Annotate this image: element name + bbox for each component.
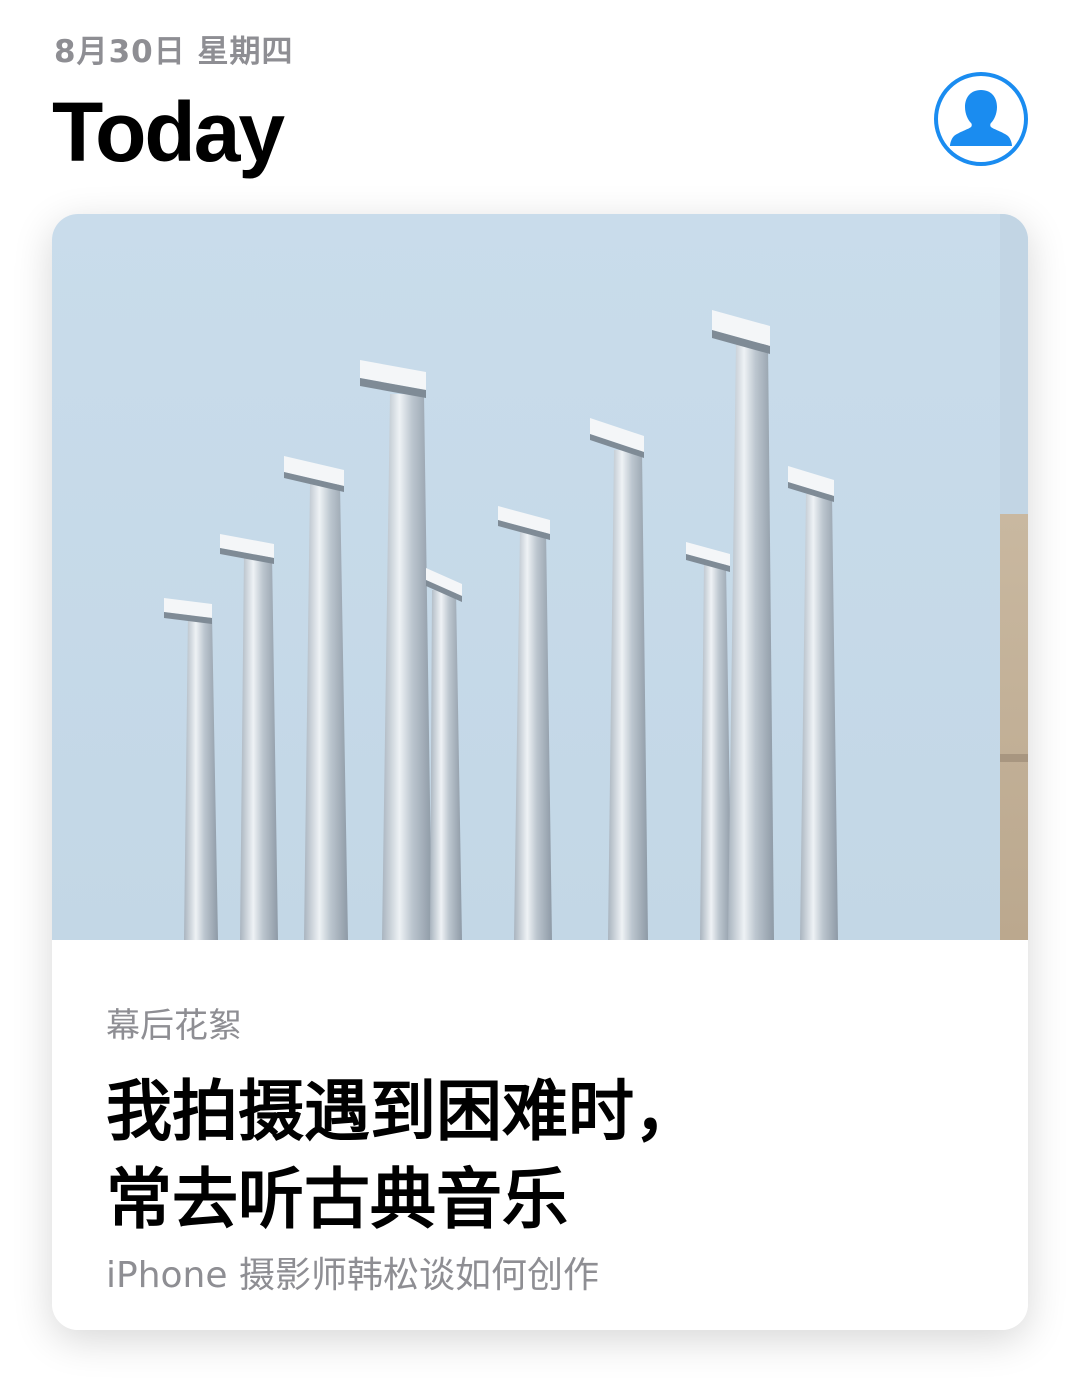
today-page: 8月30日 星期四 Today 幕后花絮 我拍摄遇到困难时， 常去听古典音乐 i… [0,0,1080,1384]
page-title: Today [52,85,285,179]
account-button[interactable] [934,72,1028,166]
story-card-text: 幕后花絮 我拍摄遇到困难时， 常去听古典音乐 iPhone 摄影师韩松谈如何创作 [52,940,1028,1330]
person-silhouette-icon [940,78,1022,160]
story-headline-line2: 常去听古典音乐 [106,1161,568,1238]
story-headline: 我拍摄遇到困难时， 常去听古典音乐 [106,1068,966,1244]
story-subtitle: iPhone 摄影师韩松谈如何创作 [106,1255,599,1296]
date-label: 8月30日 星期四 [54,34,294,70]
story-eyebrow: 幕后花絮 [106,1006,242,1046]
story-card[interactable]: 幕后花絮 我拍摄遇到困难时， 常去听古典音乐 iPhone 摄影师韩松谈如何创作 [52,214,1028,1330]
story-card-image [52,214,1028,940]
story-headline-line1: 我拍摄遇到困难时， [106,1073,700,1150]
